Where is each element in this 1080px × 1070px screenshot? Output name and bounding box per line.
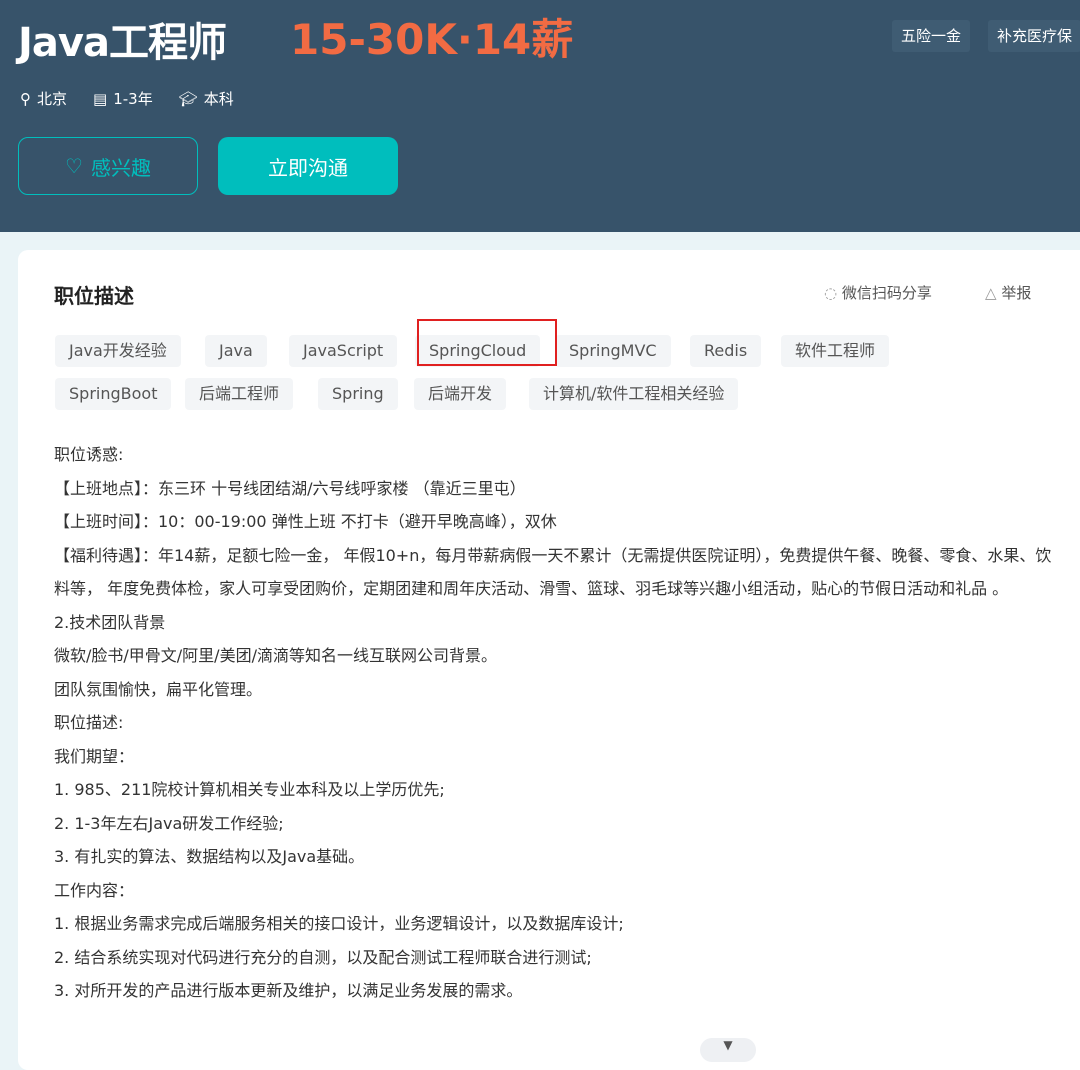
desc-line: 【上班地点】：东三环 十号线团结湖/六号线呼家楼 （靠近三里屯） [54,478,526,498]
skill-tag[interactable]: SpringBoot [55,378,172,410]
skill-tag[interactable]: SpringMVC [555,335,671,367]
heart-icon: ♡ [65,154,83,178]
expand-button[interactable]: ▼ [700,1038,756,1062]
graduation-cap-icon: 🎓︎ [178,90,198,108]
desc-line: 2.技术团队背景 [54,612,166,632]
job-title: Java工程师 [18,20,227,66]
skill-tag[interactable]: 后端工程师 [185,378,294,410]
briefcase-icon: ▤ [93,90,108,108]
chat-bubble-icon: ◌ [824,284,842,302]
interest-button[interactable]: ♡ 感兴趣 [18,137,198,195]
highlight-box [417,319,557,366]
skill-tag[interactable]: Spring [318,378,398,410]
desc-line: 职位诱惑: [54,445,124,464]
job-header: Java工程师 15-30K·14薪 五险一金 补充医疗保 ⚲ 北京 ▤ 1-3年 … [0,0,1080,232]
desc-line: 微软/脸书/甲骨文/阿里/美团/滴滴等知名一线互联网公司背景。 [54,646,497,665]
skill-tag[interactable]: 计算机/软件工程相关经验 [529,378,739,410]
skill-tag[interactable]: JavaScript [289,335,398,367]
warning-icon: △ [985,284,1002,302]
desc-line: 工作内容： [54,880,135,900]
job-description-text: 职位诱惑: 【上班地点】：东三环 十号线团结湖/六号线呼家楼 （靠近三里屯） 【… [54,438,1054,1008]
city: 北京 [37,90,68,108]
perk-tag: 五险一金 [892,20,971,52]
wechat-share-link[interactable]: ◌ 微信扫码分享 [824,282,932,303]
desc-line: 3. 有扎实的算法、数据结构以及Java基础。 [54,847,365,866]
location-icon: ⚲ [20,90,31,108]
perk-tag: 补充医疗保 [988,20,1080,52]
skill-tag[interactable]: Redis [690,335,762,367]
desc-line: 1. 985、211院校计算机相关专业本科及以上学历优先; [54,780,445,799]
skill-tag[interactable]: 软件工程师 [781,335,890,367]
skill-tag[interactable]: Java开发经验 [55,335,181,367]
desc-line: 职位描述: [54,713,124,732]
desc-line: 1. 根据业务需求完成后端服务相关的接口设计，业务逻辑设计，以及数据库设计; [54,914,624,933]
desc-line: 【上班时间】：10：00-19:00 弹性上班 不打卡（避开早晚高峰），双休 [54,512,557,531]
chat-button[interactable]: 立即沟通 [218,137,398,195]
desc-line: 【福利待遇】：年14薪，足额七险一金， 年假10+n，每月带薪病假一天不累计（无… [54,545,1052,599]
skill-tag[interactable]: Java [205,335,267,367]
desc-line: 2. 结合系统实现对代码进行充分的自测，以及配合测试工程师联合进行测试; [54,947,592,967]
desc-line: 3. 对所开发的产品进行版本更新及维护，以满足业务发展的需求。 [54,981,523,1000]
report-link[interactable]: △ 举报 [985,282,1031,303]
degree: 本科 [203,90,234,108]
desc-line: 我们期望： [54,746,135,766]
salary: 15-30K·14薪 [290,15,574,64]
interest-label: 感兴趣 [90,155,151,180]
experience: 1-3年 [113,90,153,108]
job-meta: ⚲ 北京 ▤ 1-3年 🎓︎ 本科 [20,88,234,109]
desc-line: 2. 1-3年左右Java研发工作经验; [54,813,284,833]
desc-line: 团队氛围愉快，扁平化管理。 [54,679,263,699]
section-title: 职位描述 [54,284,134,308]
skill-tag[interactable]: 后端开发 [414,378,507,410]
